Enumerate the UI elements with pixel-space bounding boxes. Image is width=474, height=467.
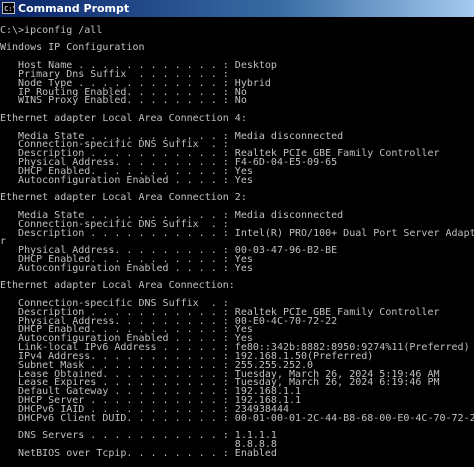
console-line: Windows IP Configuration: [0, 42, 145, 54]
title-bar[interactable]: C:\ Command Prompt: [0, 0, 474, 17]
window-title: Command Prompt: [18, 2, 130, 15]
svg-text:C:\: C:\: [4, 5, 14, 13]
console-line: DHCPv6 Client DUID. . . . . . . . : 00-0…: [0, 412, 474, 424]
console-line: C:\>ipconfig /all: [0, 24, 103, 36]
console-line: WINS Proxy Enabled. . . . . . . . : No: [0, 95, 247, 107]
console-line: Ethernet adapter Local Area Connection:: [0, 280, 235, 292]
console-line: Autoconfiguration Enabled . . . . : Yes: [0, 174, 253, 186]
console-line: Description . . . . . . . . . . . : Inte…: [0, 227, 474, 239]
cmd-icon: C:\: [2, 2, 15, 14]
console-line: NetBIOS over Tcpip. . . . . . . . : Enab…: [0, 447, 277, 459]
console-line: Ethernet adapter Local Area Connection 2…: [0, 192, 247, 204]
console-line: Autoconfiguration Enabled . . . . : Yes: [0, 262, 253, 274]
console-line: Ethernet adapter Local Area Connection 4…: [0, 112, 247, 124]
console-output[interactable]: C:\>ipconfig /all Windows IP Configuratio…: [0, 18, 474, 467]
